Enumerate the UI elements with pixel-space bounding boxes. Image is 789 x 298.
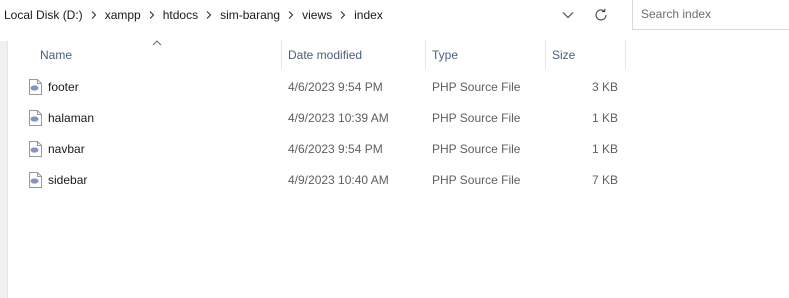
column-divider[interactable] [425,40,426,69]
column-divider[interactable] [625,40,626,69]
file-type: PHP Source File [432,141,521,156]
file-size: 7 KB [591,172,618,187]
file-row-sidebar[interactable]: sidebar 4/9/2023 10:40 AM PHP Source Fil… [8,164,628,195]
address-history-chevron-down-icon[interactable] [560,7,576,23]
chevron-right-icon[interactable] [198,0,220,30]
breadcrumb-item-sim-barang[interactable]: sim-barang [220,8,280,22]
file-type: PHP Source File [432,172,521,187]
column-divider[interactable] [281,40,282,69]
file-size: 1 KB [591,110,618,125]
navigation-pane-edge[interactable] [0,41,8,298]
sort-ascending-icon [152,39,162,47]
file-date-modified: 4/9/2023 10:40 AM [288,172,389,187]
column-header-size[interactable]: Size [552,40,575,69]
file-date-modified: 4/9/2023 10:39 AM [288,110,389,125]
file-row-footer[interactable]: footer 4/6/2023 9:54 PM PHP Source File … [8,71,628,102]
chevron-right-icon[interactable] [83,0,105,30]
column-header-date-modified[interactable]: Date modified [288,40,362,69]
file-type: PHP Source File [432,110,521,125]
column-header-name[interactable]: Name [40,40,72,69]
chevron-right-icon[interactable] [280,0,302,30]
chevron-right-icon[interactable] [332,0,354,30]
breadcrumb-item-xampp[interactable]: xampp [105,8,141,22]
file-row-navbar[interactable]: navbar 4/6/2023 9:54 PM PHP Source File … [8,133,628,164]
file-type: PHP Source File [432,79,521,94]
file-name: footer [48,79,79,94]
file-name: navbar [48,141,85,156]
file-size: 1 KB [591,141,618,156]
column-divider[interactable] [545,40,546,69]
file-date-modified: 4/6/2023 9:54 PM [288,141,383,156]
chevron-right-icon[interactable] [141,0,163,30]
php-file-icon [29,110,42,126]
php-file-icon [29,172,42,188]
file-size: 3 KB [591,79,618,94]
search-box[interactable] [632,0,789,30]
address-bar-area: Local Disk (D:) xampp htdocs sim-barang … [0,0,789,30]
column-header-row: Name Date modified Type Size [8,40,628,69]
column-header-type[interactable]: Type [432,40,458,69]
file-name: sidebar [48,172,88,187]
breadcrumb: Local Disk (D:) xampp htdocs sim-barang … [0,0,620,30]
breadcrumb-item-htdocs[interactable]: htdocs [163,8,198,22]
breadcrumb-item-local-disk[interactable]: Local Disk (D:) [4,8,83,22]
file-date-modified: 4/6/2023 9:54 PM [288,79,383,94]
search-input[interactable] [641,7,781,21]
php-file-icon [29,141,42,157]
file-row-halaman[interactable]: halaman 4/9/2023 10:39 AM PHP Source Fil… [8,102,628,133]
php-file-icon [29,79,42,95]
file-list: footer 4/6/2023 9:54 PM PHP Source File … [8,71,628,195]
breadcrumb-item-index[interactable]: index [354,8,383,22]
refresh-icon[interactable] [592,6,610,24]
file-name: halaman [48,110,95,125]
breadcrumb-item-views[interactable]: views [302,8,332,22]
